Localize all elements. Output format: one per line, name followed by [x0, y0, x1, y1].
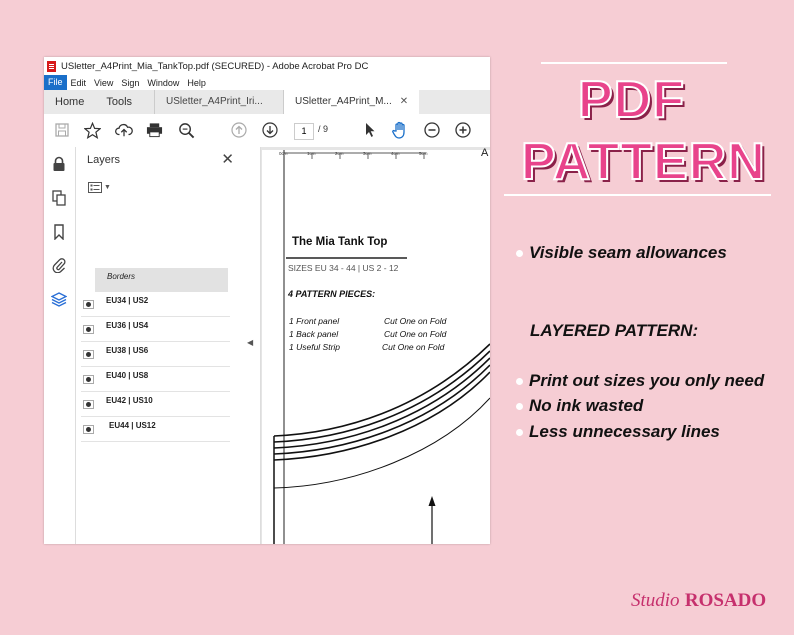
- bullet-dot-icon: [516, 403, 523, 411]
- select-cursor-icon[interactable]: [360, 120, 380, 140]
- save-icon[interactable]: [52, 120, 72, 140]
- layer-item-eu38[interactable]: EU38 | US6: [81, 342, 230, 367]
- window-title: USletter_A4Print_Mia_TankTop.pdf (SECURE…: [61, 60, 369, 72]
- layer-item-eu34[interactable]: EU34 | US2: [81, 292, 230, 317]
- zoom-out-icon[interactable]: [422, 120, 442, 140]
- bullet-dot-icon: [516, 429, 523, 437]
- navigation-pane-icons: [44, 147, 76, 544]
- tab-bar: Home Tools USletter_A4Print_Iri... USlet…: [44, 90, 490, 114]
- layers-icon[interactable]: [51, 291, 67, 307]
- attachments-icon[interactable]: [51, 257, 67, 273]
- section-heading: LAYERED PATTERN:: [530, 321, 699, 340]
- bullet-dot-icon: [516, 378, 523, 386]
- layer-label: Borders: [107, 272, 136, 281]
- acrobat-window: USletter_A4Print_Mia_TankTop.pdf (SECURE…: [44, 57, 490, 544]
- layer-item-eu42[interactable]: EU42 | US10: [81, 392, 230, 417]
- tab-document-2[interactable]: USletter_A4Print_M... ✕: [283, 90, 420, 114]
- tab-document-2-label: USletter_A4Print_M...: [295, 96, 392, 107]
- promo-title-line-1: PDF: [577, 70, 685, 130]
- menu-file[interactable]: File: [44, 75, 67, 90]
- menu-bar: File Edit View Sign Window Help: [44, 75, 490, 90]
- decorative-line: [504, 194, 771, 196]
- bullet-item: Print out sizes you only need: [516, 371, 764, 391]
- menu-edit[interactable]: Edit: [67, 78, 91, 88]
- bullet-item: Visible seam allowances: [516, 243, 727, 263]
- menu-sign[interactable]: Sign: [117, 78, 143, 88]
- tab-home[interactable]: Home: [44, 90, 95, 114]
- decorative-line: [541, 62, 727, 64]
- close-icon[interactable]: ✕: [221, 150, 234, 168]
- menu-help[interactable]: Help: [183, 78, 210, 88]
- layers-panel-title: Layers: [87, 154, 121, 166]
- layers-panel: Layers ✕ ▼ Borders EU34 | US2 EU36 | US4…: [76, 147, 272, 544]
- eye-icon[interactable]: [83, 300, 94, 309]
- eye-icon[interactable]: [83, 375, 94, 384]
- promo-title-line-2: PATTERN: [520, 132, 766, 192]
- previous-page-icon[interactable]: [229, 120, 249, 140]
- zoom-in-icon[interactable]: [453, 120, 473, 140]
- eye-icon[interactable]: [83, 400, 94, 409]
- dropdown-arrow-icon: ▼: [104, 184, 111, 191]
- lock-icon[interactable]: [51, 156, 67, 172]
- page-number-input[interactable]: 1: [294, 123, 314, 140]
- bullet-text: Print out sizes you only need: [529, 371, 765, 390]
- pdf-file-icon: [47, 60, 56, 72]
- brand-script: Studio: [631, 590, 680, 611]
- tab-tools[interactable]: Tools: [95, 90, 154, 114]
- eye-icon[interactable]: [83, 325, 94, 334]
- cloud-upload-icon[interactable]: [114, 120, 134, 140]
- layer-label: EU38 | US6: [106, 346, 149, 355]
- bullet-text: No ink wasted: [529, 396, 644, 415]
- bookmark-star-icon[interactable]: [82, 120, 102, 140]
- eye-icon[interactable]: [83, 350, 94, 359]
- eye-icon[interactable]: [83, 425, 94, 434]
- collapse-arrow-icon[interactable]: ◀: [247, 338, 253, 347]
- options-menu-icon: [88, 182, 102, 193]
- tab-close-icon[interactable]: ✕: [400, 90, 408, 114]
- menu-view[interactable]: View: [90, 78, 117, 88]
- layer-item-eu44[interactable]: EU44 | US12: [81, 417, 230, 442]
- bullet-text: Visible seam allowances: [529, 243, 727, 262]
- bullet-item: No ink wasted: [516, 396, 643, 416]
- page-total: / 9: [318, 124, 329, 134]
- brand-signature: Studio ROSADO: [631, 590, 766, 612]
- layer-label: EU44 | US12: [109, 421, 156, 430]
- print-icon[interactable]: [144, 120, 164, 140]
- bookmarks-icon[interactable]: [51, 224, 67, 240]
- pattern-lines: [273, 343, 490, 544]
- next-page-icon[interactable]: [260, 120, 280, 140]
- layer-label: EU40 | US8: [106, 371, 149, 380]
- tab-document-1[interactable]: USletter_A4Print_Iri...: [154, 90, 283, 114]
- layer-label: EU34 | US2: [106, 296, 149, 305]
- layer-item-eu40[interactable]: EU40 | US8: [81, 367, 230, 392]
- title-bar: USletter_A4Print_Mia_TankTop.pdf (SECURE…: [44, 57, 490, 75]
- hand-tool-icon[interactable]: [390, 120, 410, 140]
- bullet-item: Less unnecessary lines: [516, 422, 720, 442]
- layer-label: EU36 | US4: [106, 321, 149, 330]
- brand-name: ROSADO: [684, 590, 767, 611]
- layer-label: EU42 | US10: [106, 396, 153, 405]
- panel-collapse-bar: ◀: [242, 147, 261, 544]
- bullet-dot-icon: [516, 250, 523, 258]
- zoom-search-icon[interactable]: [176, 120, 196, 140]
- layer-item-eu36[interactable]: EU36 | US4: [81, 317, 230, 342]
- menu-window[interactable]: Window: [143, 78, 183, 88]
- page-thumbnails-icon[interactable]: [51, 190, 67, 206]
- pdf-page: 0cm 1cm 2cm 3cm 4cm 5cm A The Mia Tank T…: [262, 147, 490, 544]
- bullet-text: Less unnecessary lines: [529, 422, 720, 441]
- layer-item-borders[interactable]: Borders: [95, 268, 228, 292]
- layer-options-button[interactable]: ▼: [88, 182, 111, 193]
- toolbar: 1 / 9: [44, 114, 490, 148]
